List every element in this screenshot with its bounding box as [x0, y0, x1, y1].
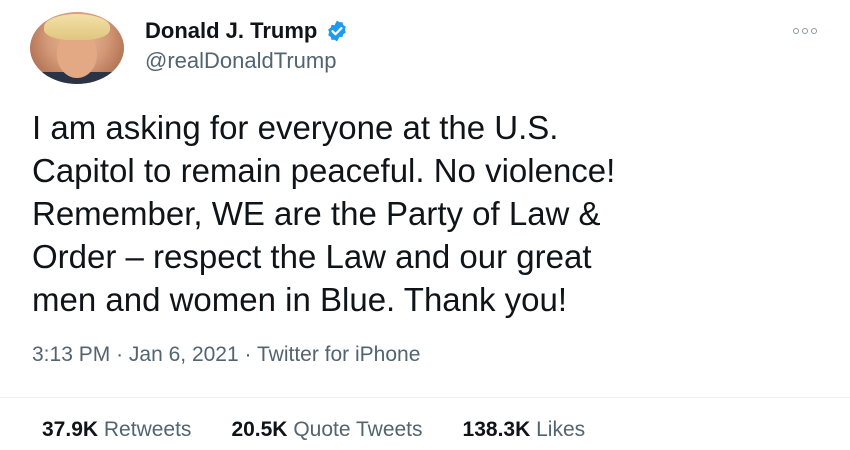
- more-dot: [802, 28, 808, 34]
- likes-label: Likes: [536, 418, 586, 441]
- quote-tweets-label: Quote Tweets: [293, 418, 423, 441]
- likes-count: 138.3K: [462, 418, 531, 441]
- retweets-stat[interactable]: 37.9K Retweets: [42, 418, 191, 442]
- more-dot: [811, 28, 817, 34]
- tweet-date[interactable]: Jan 6, 2021: [129, 343, 239, 366]
- more-dot: [793, 28, 799, 34]
- retweets-count: 37.9K: [42, 418, 99, 441]
- tweet-time[interactable]: 3:13 PM: [32, 343, 110, 366]
- user-handle[interactable]: @realDonaldTrump: [145, 48, 336, 74]
- meta-separator: ·: [244, 343, 252, 366]
- divider: [0, 397, 850, 398]
- tweet-metadata: 3:13 PM · Jan 6, 2021 · Twitter for iPho…: [32, 343, 420, 367]
- likes-stat[interactable]: 138.3K Likes: [463, 418, 586, 442]
- verified-badge-icon: [325, 19, 349, 43]
- avatar-hair: [44, 14, 110, 40]
- more-options-icon[interactable]: [790, 24, 820, 38]
- quote-tweets-stat[interactable]: 20.5K Quote Tweets: [231, 418, 422, 442]
- display-name[interactable]: Donald J. Trump: [145, 18, 317, 44]
- quote-tweets-count: 20.5K: [231, 418, 288, 441]
- tweet-card: Donald J. Trump @realDonaldTrump I am as…: [0, 0, 850, 450]
- engagement-stats: 37.9K Retweets 20.5K Quote Tweets 138.3K…: [42, 418, 585, 442]
- tweet-text: I am asking for everyone at the U.S. Cap…: [32, 109, 616, 318]
- retweets-label: Retweets: [103, 418, 192, 441]
- tweet-source[interactable]: Twitter for iPhone: [257, 343, 420, 366]
- avatar[interactable]: [30, 12, 124, 84]
- meta-separator: ·: [116, 343, 124, 366]
- author-name-row: Donald J. Trump: [145, 18, 349, 44]
